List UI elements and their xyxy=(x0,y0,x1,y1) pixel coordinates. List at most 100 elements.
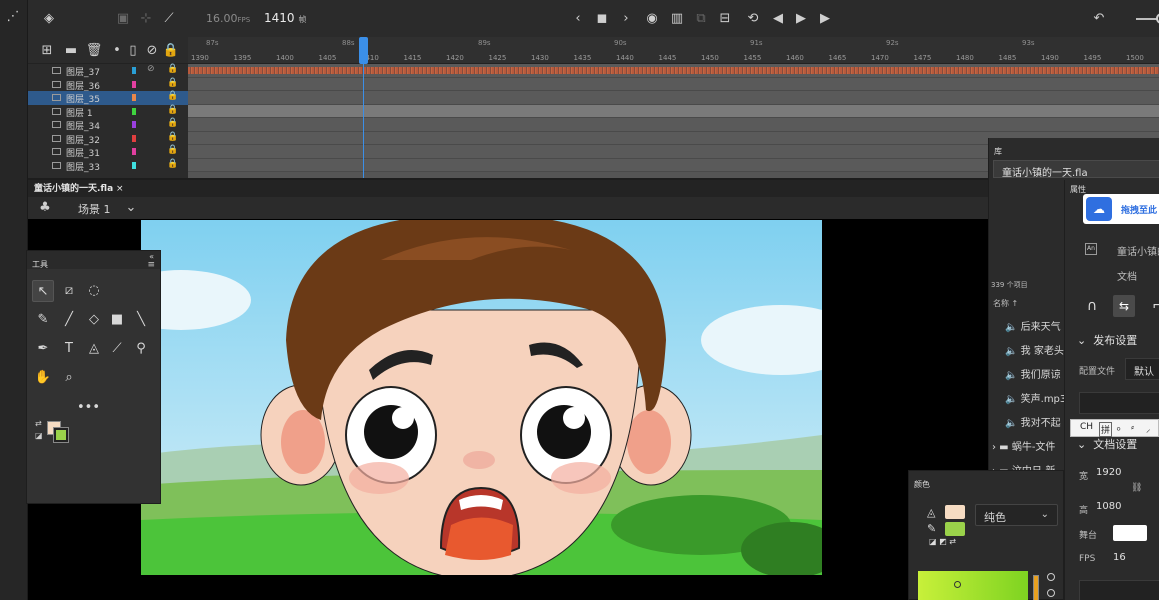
height-value[interactable]: 1080 xyxy=(1096,501,1121,512)
baidu-drop-widget[interactable]: ☁ 拖拽至此 xyxy=(1083,194,1159,224)
menu-icon[interactable]: ≡ xyxy=(147,260,155,270)
delete-layer-icon[interactable]: 🗑 xyxy=(85,42,103,60)
ime-more-icon[interactable]: ⸝ xyxy=(1146,422,1151,435)
text-icon[interactable]: T xyxy=(58,338,80,360)
timeline-resize-handle[interactable] xyxy=(538,172,568,175)
library-item[interactable]: 🔈 笑声.mp3 xyxy=(1005,390,1066,405)
fill-bucket-icon[interactable]: ◬ xyxy=(927,506,935,519)
next-keyframe-icon[interactable]: › xyxy=(617,10,635,28)
center-frame-icon[interactable]: ⊟ xyxy=(716,10,734,28)
lock-icon[interactable]: 🔒 xyxy=(167,159,178,169)
swatch-options-icon[interactable]: ◪ ◩ ⇄ xyxy=(929,537,956,546)
camera-icon[interactable]: ▣ xyxy=(114,10,132,28)
library-name-column[interactable]: 名称 ↑ xyxy=(993,298,1018,309)
stage-canvas[interactable] xyxy=(141,220,822,575)
swap-colors-icon[interactable]: ⇄ xyxy=(35,419,42,428)
library-item[interactable]: 🔈 我 家老头 xyxy=(1005,342,1064,357)
library-item[interactable]: › ▬ 蜗牛-文件 xyxy=(992,438,1055,453)
rectangle-icon[interactable]: ■ xyxy=(106,309,128,331)
ime-tool-icon[interactable]: ⸗ xyxy=(1131,422,1134,433)
line-icon[interactable]: ╲ xyxy=(130,309,152,331)
new-folder-icon[interactable]: ▬ xyxy=(62,42,80,60)
lock-icon[interactable]: 🔒 xyxy=(167,145,178,155)
loop-icon[interactable]: ⟲ xyxy=(744,10,762,28)
library-item[interactable]: 🔈 我对不起 xyxy=(1005,414,1061,429)
frame-row[interactable] xyxy=(188,104,1159,118)
publish-settings-header[interactable]: ⌄ 发布设置 xyxy=(1077,332,1137,348)
default-colors-icon[interactable]: ◪ xyxy=(35,431,43,440)
graph-icon[interactable]: ⟋ xyxy=(160,10,178,28)
more-tools-icon[interactable]: ••• xyxy=(77,397,100,419)
fill-type-select[interactable]: 纯色 ⌄ xyxy=(975,504,1058,526)
ime-punct-icon[interactable]: ⸰ xyxy=(1116,422,1121,435)
stroke-pencil-icon[interactable]: ✎ xyxy=(927,522,936,535)
stroke-swatch-color[interactable] xyxy=(945,522,965,536)
link-icon[interactable]: ⛓ xyxy=(1131,483,1142,493)
layer-row[interactable]: 图层_33 🔒 xyxy=(28,159,188,173)
pen-icon[interactable]: ✒ xyxy=(32,338,54,360)
paint-bucket-icon[interactable]: ◬ xyxy=(83,338,105,360)
hide-icon[interactable]: ⊘ xyxy=(143,42,161,60)
frame-row[interactable] xyxy=(188,118,1159,132)
current-frame-readout[interactable]: 1410 帧 xyxy=(264,11,306,25)
layer-row[interactable]: 图层 1 🔒 xyxy=(28,105,188,119)
step-forward-icon[interactable]: ▶ xyxy=(816,10,834,28)
stage-color-swatch[interactable] xyxy=(1113,525,1147,541)
frames-icon[interactable]: ⧉ xyxy=(692,10,710,28)
layer-row[interactable]: 图层_36 🔒 xyxy=(28,78,188,92)
ime-pinyin[interactable]: 拼 xyxy=(1099,422,1113,437)
selection-tool-icon[interactable]: ↖ xyxy=(32,280,54,302)
edit-multiple-frames-icon[interactable]: ▥ xyxy=(668,10,686,28)
layer-parent-icon[interactable]: ⊹ xyxy=(137,10,155,28)
zoom-icon[interactable]: ⌕ xyxy=(58,367,80,389)
club-icon[interactable]: ♣ xyxy=(36,199,54,217)
outline-icon[interactable]: ▯ xyxy=(124,42,142,60)
document-tab[interactable]: 童话小镇的一天.fla × xyxy=(34,181,124,194)
stroke-color-swatch[interactable] xyxy=(53,427,69,443)
stage-area[interactable] xyxy=(28,219,988,600)
paint-brush-icon[interactable]: ✎ xyxy=(32,309,54,331)
document-settings-header[interactable]: ⌄ 文档设置 xyxy=(1077,436,1137,452)
lock-icon[interactable]: 🔒 xyxy=(162,42,180,60)
hand-icon[interactable]: ✋ xyxy=(32,367,54,389)
brush-icon[interactable]: ╱ xyxy=(58,309,80,331)
tab-object-icon[interactable]: ∩ xyxy=(1081,295,1103,317)
frame-row[interactable] xyxy=(188,64,1159,78)
layer-row[interactable]: 图层_31 🔒 xyxy=(28,145,188,159)
lock-icon[interactable]: 🔒 xyxy=(167,64,178,74)
onion-skin-icon[interactable]: ◉ xyxy=(643,10,661,28)
layer-color-swatch[interactable] xyxy=(132,121,136,128)
frame-row[interactable] xyxy=(188,77,1159,100)
library-document-select[interactable]: 童话小镇的一天.fla xyxy=(993,160,1159,179)
close-tab-icon[interactable]: × xyxy=(116,184,124,194)
insert-keyframe-icon[interactable]: ◼ xyxy=(593,10,611,28)
layer-color-swatch[interactable] xyxy=(132,67,136,74)
publish-field[interactable] xyxy=(1079,392,1159,414)
eraser-icon[interactable]: ◇ xyxy=(83,309,105,331)
layer-color-swatch[interactable] xyxy=(132,94,136,101)
play-icon[interactable]: ▶ xyxy=(792,10,810,28)
layer-row[interactable]: 图层_34 🔒 xyxy=(28,118,188,132)
hidden-eye-icon[interactable]: ⊘ xyxy=(147,64,155,74)
layer-color-swatch[interactable] xyxy=(132,148,136,155)
lock-icon[interactable]: 🔒 xyxy=(167,118,178,128)
fill-swatch[interactable] xyxy=(945,505,965,519)
layer-row[interactable]: 图层_32 🔒 xyxy=(28,132,188,146)
layer-color-swatch[interactable] xyxy=(132,161,136,169)
extra-field[interactable] xyxy=(1079,580,1159,600)
tab-frame-icon[interactable]: ⇆ xyxy=(1113,295,1135,317)
frame-ruler[interactable]: 1390 1395 1400 1405 1410 1415 1420 1425 1430 1435… xyxy=(188,37,1159,64)
radio-option[interactable] xyxy=(1047,589,1055,597)
undo-zoom-icon[interactable]: ↶ xyxy=(1090,10,1108,28)
fps-readout[interactable]: 16.00FPS xyxy=(206,12,250,25)
color-picker-cursor[interactable] xyxy=(954,581,961,588)
prev-keyframe-icon[interactable]: ‹ xyxy=(569,10,587,28)
color-picker-field[interactable] xyxy=(918,571,1028,600)
lock-icon[interactable]: 🔒 xyxy=(167,91,178,101)
pin-icon[interactable]: ⚲ xyxy=(130,338,152,360)
chevron-down-icon[interactable]: ⌄ xyxy=(122,199,140,217)
frame-row[interactable] xyxy=(188,91,1159,105)
step-back-icon[interactable]: ◀ xyxy=(769,10,787,28)
profile-select[interactable]: 默认 xyxy=(1125,358,1159,380)
hue-slider[interactable] xyxy=(1033,575,1039,600)
